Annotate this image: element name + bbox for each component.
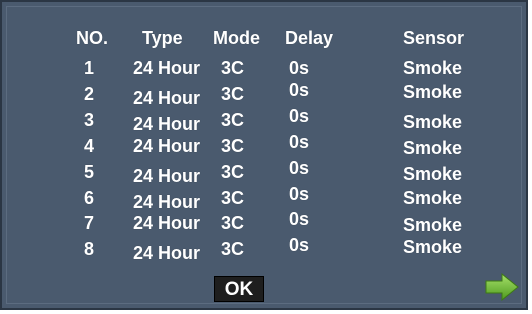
header-type: Type bbox=[142, 28, 183, 48]
cell-type: 24 Hour bbox=[133, 136, 201, 156]
cell-sensor: Smoke bbox=[403, 112, 463, 132]
cell-mode: 3C bbox=[221, 136, 245, 156]
cell-sensor: Smoke bbox=[403, 164, 463, 184]
cell-delay: 0s bbox=[289, 80, 310, 100]
cell-no: 3 bbox=[84, 110, 95, 130]
cell-type: 24 Hour bbox=[133, 243, 201, 263]
cell-no: 7 bbox=[84, 213, 95, 233]
cell-mode: 3C bbox=[221, 110, 245, 130]
cell-mode: 3C bbox=[221, 239, 245, 259]
cell-delay: 0s bbox=[289, 158, 310, 178]
cell-type: 24 Hour bbox=[133, 88, 201, 108]
cell-delay: 0s bbox=[289, 209, 310, 229]
cell-sensor: Smoke bbox=[403, 188, 463, 208]
next-page-button[interactable] bbox=[484, 272, 520, 302]
cell-no: 1 bbox=[84, 58, 95, 78]
cell-no: 8 bbox=[84, 239, 95, 259]
cell-mode: 3C bbox=[221, 58, 245, 78]
cell-sensor: Smoke bbox=[403, 138, 463, 158]
cell-sensor: Smoke bbox=[403, 82, 463, 102]
cell-no: 2 bbox=[84, 84, 95, 104]
cell-delay: 0s bbox=[289, 58, 310, 78]
cell-sensor: Smoke bbox=[403, 215, 463, 235]
cell-no: 6 bbox=[84, 188, 95, 208]
header-mode: Mode bbox=[213, 28, 260, 48]
cell-type: 24 Hour bbox=[133, 192, 201, 212]
cell-type: 24 Hour bbox=[133, 58, 201, 78]
cell-mode: 3C bbox=[221, 213, 245, 233]
header-delay: Delay bbox=[285, 28, 334, 48]
cell-no: 5 bbox=[84, 162, 95, 182]
header-no: NO. bbox=[76, 28, 109, 48]
cell-mode: 3C bbox=[221, 84, 245, 104]
cell-mode: 3C bbox=[221, 162, 245, 182]
cell-type: 24 Hour bbox=[133, 114, 201, 134]
cell-type: 24 Hour bbox=[133, 213, 201, 233]
cell-delay: 0s bbox=[289, 106, 310, 126]
header-sensor: Sensor bbox=[403, 28, 465, 48]
cell-delay: 0s bbox=[289, 132, 310, 152]
cell-mode: 3C bbox=[221, 188, 245, 208]
cell-sensor: Smoke bbox=[403, 58, 463, 78]
cell-delay: 0s bbox=[289, 235, 310, 255]
cell-sensor: Smoke bbox=[403, 237, 463, 257]
cell-delay: 0s bbox=[289, 184, 310, 204]
right-arrow-icon bbox=[485, 272, 519, 302]
cell-type: 24 Hour bbox=[133, 166, 201, 186]
ok-button[interactable]: OK bbox=[214, 276, 264, 302]
cell-no: 4 bbox=[84, 136, 95, 156]
zone-settings-panel: NO. Type Mode Delay Sensor OK 1 24 Hour 3C… bbox=[0, 0, 528, 310]
